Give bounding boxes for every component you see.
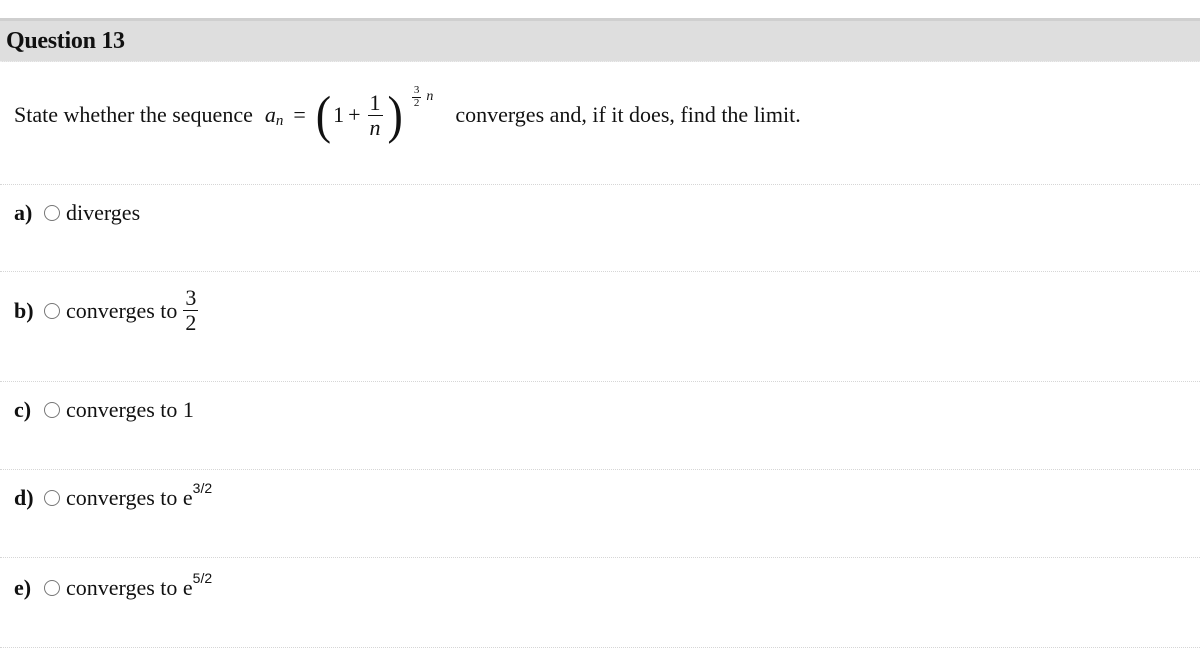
exponent-denominator: 2 bbox=[413, 96, 420, 109]
radio-button[interactable] bbox=[44, 490, 60, 506]
option-text: converges to e bbox=[66, 575, 193, 600]
option-text: diverges bbox=[66, 200, 141, 225]
divider bbox=[0, 381, 1200, 382]
option-letter: c) bbox=[14, 397, 32, 422]
exponent-fraction: 3 2 bbox=[411, 83, 422, 109]
stem-prefix: State whether the sequence bbox=[14, 102, 253, 127]
radio-button[interactable] bbox=[44, 402, 60, 418]
option-letter: d) bbox=[14, 485, 34, 510]
option-c[interactable]: c) converges to 1 bbox=[14, 397, 194, 423]
fraction-numerator: 3 bbox=[183, 285, 199, 312]
option-letter: e) bbox=[14, 575, 32, 600]
option-b[interactable]: b) converges to 3 2 bbox=[14, 285, 201, 336]
fraction-denominator: n bbox=[369, 114, 381, 140]
exponent-var: n bbox=[426, 89, 434, 104]
formula-one: 1 bbox=[333, 102, 345, 127]
question-stem: State whether the sequence a n = ( 1 + 1… bbox=[14, 80, 801, 150]
formula-exponent: 3 2 n bbox=[409, 83, 434, 109]
stem-suffix: converges and, if it does, find the limi… bbox=[455, 102, 801, 127]
formula-subscript: n bbox=[275, 112, 284, 129]
question-header: Question 13 bbox=[0, 18, 1200, 62]
divider bbox=[0, 271, 1200, 272]
option-superscript: 5/2 bbox=[192, 570, 213, 586]
fraction-numerator: 1 bbox=[367, 90, 383, 116]
question-title: Question 13 bbox=[6, 28, 125, 54]
divider bbox=[0, 647, 1200, 648]
radio-button[interactable] bbox=[44, 580, 60, 596]
radio-button[interactable] bbox=[44, 205, 60, 221]
option-e[interactable]: e) converges to e 5/2 bbox=[14, 570, 212, 601]
formula-plus: + bbox=[348, 102, 361, 127]
option-text: converges to 1 bbox=[66, 397, 194, 422]
option-text: converges to bbox=[66, 297, 178, 323]
fraction-denominator: 2 bbox=[185, 310, 197, 336]
option-a[interactable]: a) diverges bbox=[14, 200, 140, 226]
radio-button[interactable] bbox=[44, 302, 60, 319]
formula-equals: = bbox=[293, 102, 306, 127]
formula-var: a bbox=[264, 102, 276, 127]
option-letter: b) bbox=[14, 297, 34, 323]
formula-open-paren: ( bbox=[315, 85, 332, 144]
exponent-numerator: 3 bbox=[411, 83, 422, 98]
divider bbox=[0, 557, 1200, 558]
formula-fraction: 1 n bbox=[367, 90, 383, 140]
option-text: converges to e bbox=[66, 485, 193, 510]
sequence-formula: a n = ( 1 + 1 n ) 3 2 n bbox=[264, 84, 434, 140]
option-letter: a) bbox=[14, 200, 33, 225]
divider bbox=[0, 184, 1200, 185]
formula-close-paren: ) bbox=[387, 85, 403, 144]
option-fraction: 3 2 bbox=[183, 285, 199, 336]
option-superscript: 3/2 bbox=[192, 480, 213, 496]
divider bbox=[0, 469, 1200, 470]
option-d[interactable]: d) converges to e 3/2 bbox=[14, 480, 212, 511]
